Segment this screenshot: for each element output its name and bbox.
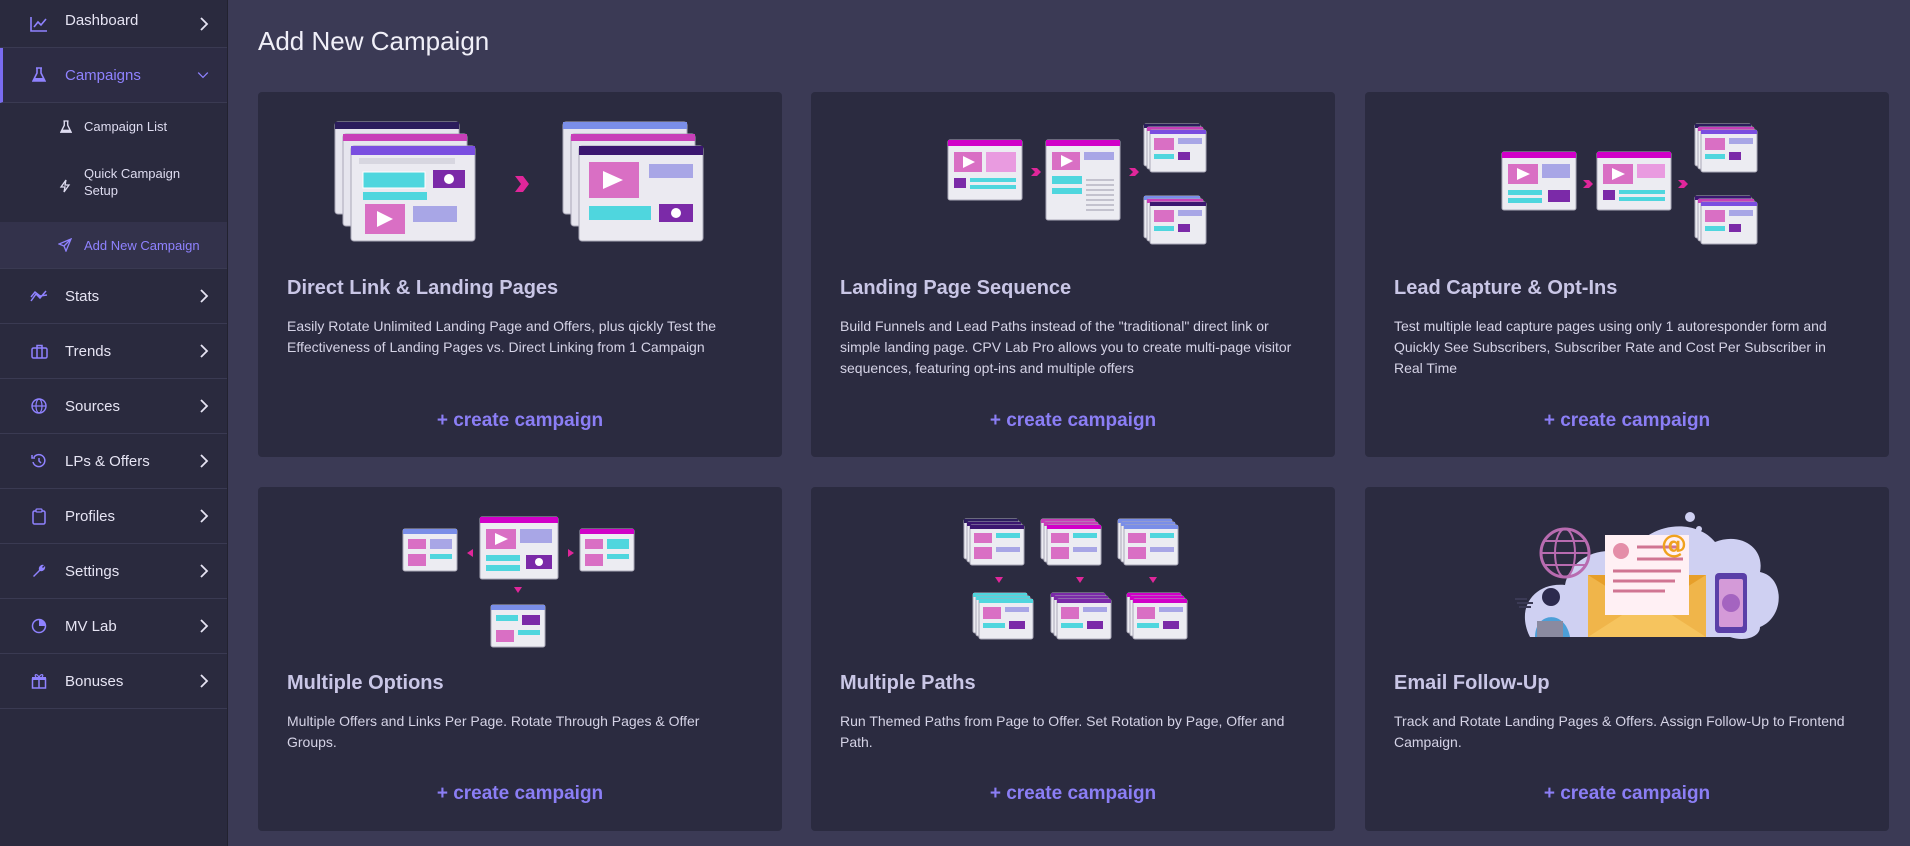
chevron-right-icon	[200, 289, 209, 303]
multiple-paths-illustration	[963, 518, 1188, 640]
sidebar-item-label: Dashboard	[65, 12, 139, 29]
card-description: Multiple Offers and Links Per Page. Rota…	[287, 713, 700, 750]
flask-icon	[30, 66, 48, 84]
label-line: Quick Campaign	[84, 166, 181, 181]
sidebar-item-sources[interactable]: Sources	[0, 379, 227, 434]
clipboard-icon	[30, 507, 48, 525]
sidebar-subitem-label: Campaign List	[84, 119, 168, 134]
chevron-right-icon	[200, 674, 209, 688]
create-campaign-button[interactable]: + create campaign	[811, 783, 1335, 805]
sidebar-item-label: LPs & Offers	[65, 452, 150, 470]
sidebar-item-label: Sources	[65, 397, 121, 415]
sidebar-item-trends[interactable]: Trends	[0, 324, 227, 379]
sidebar-subitem-campaign-list[interactable]: Campaign List	[0, 103, 227, 150]
history-icon	[30, 452, 48, 470]
wrench-icon	[30, 562, 48, 580]
label-line: Setup	[84, 183, 118, 198]
email-follow-up-illustration: @	[1515, 512, 1779, 639]
campaign-card-landing-page-sequence: Landing Page Sequence Build Funnels and …	[811, 92, 1335, 457]
card-title: Multiple Options	[287, 672, 444, 694]
sidebar-subitem-quick-campaign-setup[interactable]: Quick Campaign Setup	[0, 150, 227, 222]
create-campaign-button[interactable]: + create campaign	[258, 410, 782, 432]
globe-icon	[30, 397, 48, 415]
sidebar-item-label: MV Lab	[65, 617, 117, 635]
card-description: Track and Rotate Landing Pages & Offers.…	[1394, 713, 1845, 750]
sidebar-subitem-label: Add New Campaign	[84, 237, 200, 253]
sidebar-subitem-add-new-campaign[interactable]: Add New Campaign	[0, 222, 227, 268]
paper-plane-icon	[57, 237, 73, 253]
sidebar-item-campaigns[interactable]: Campaigns	[0, 48, 227, 103]
chevron-down-icon	[197, 72, 209, 79]
card-description: Run Themed Paths from Page to Offer. Set…	[840, 713, 1285, 750]
campaign-card-email-follow-up: @ Email Follow-Up Track and Rotate Landi…	[1365, 487, 1889, 831]
page-title: Add New Campaign	[258, 26, 490, 56]
sidebar-item-dashboard[interactable]: Dashboard	[0, 0, 227, 48]
create-campaign-button[interactable]: + create campaign	[1365, 410, 1889, 432]
lead-capture-illustration	[1501, 123, 1758, 245]
campaign-card-direct-link: Direct Link & Landing Pages Easily Rotat…	[258, 92, 782, 457]
chevron-right-icon	[200, 454, 209, 468]
chevron-right-icon	[200, 619, 209, 633]
stats-icon	[30, 287, 48, 305]
create-campaign-button[interactable]: + create campaign	[258, 783, 782, 805]
chevron-right-icon	[200, 344, 209, 358]
sidebar-item-label: Settings	[65, 562, 120, 580]
chevron-right-icon	[200, 564, 209, 578]
sidebar-subitem-label: Quick Campaign Setup	[84, 165, 180, 199]
sidebar-item-settings[interactable]: Settings	[0, 544, 227, 599]
card-title: Multiple Paths	[840, 672, 976, 694]
card-title: Landing Page Sequence	[840, 277, 1072, 299]
sidebar-item-bonuses[interactable]: Bonuses	[0, 654, 227, 709]
sidebar-item-lps-offers[interactable]: LPs & Offers	[0, 434, 227, 489]
create-campaign-button[interactable]: + create campaign	[811, 410, 1335, 432]
sidebar-item-stats[interactable]: Stats	[0, 269, 227, 324]
card-description: Easily Rotate Unlimited Landing Page and…	[287, 318, 717, 355]
sidebar-item-label: Trends	[65, 342, 112, 360]
sidebar-item-label: Profiles	[65, 507, 116, 525]
sidebar-item-label: Bonuses	[65, 672, 124, 690]
chart-line-icon	[30, 15, 48, 33]
campaign-card-multiple-options: Multiple Options Multiple Offers and Lin…	[258, 487, 782, 831]
card-title: Email Follow-Up	[1394, 672, 1550, 694]
campaign-card-multiple-paths: Multiple Paths Run Themed Paths from Pag…	[811, 487, 1335, 831]
card-description: Build Funnels and Lead Paths instead of …	[840, 318, 1292, 376]
pie-icon	[30, 617, 48, 635]
sidebar-item-label: Campaigns	[65, 66, 141, 84]
chevron-right-icon	[200, 16, 209, 31]
gift-icon	[30, 672, 48, 690]
card-title: Direct Link & Landing Pages	[287, 277, 559, 299]
sidebar-item-label: Stats	[65, 287, 100, 305]
card-description: Test multiple lead capture pages using o…	[1394, 318, 1827, 376]
sidebar-item-mv-lab[interactable]: MV Lab	[0, 599, 227, 654]
bolt-icon	[57, 178, 73, 194]
briefcase-icon	[30, 342, 48, 360]
direct-link-illustration	[334, 121, 704, 242]
card-title: Lead Capture & Opt-Ins	[1394, 277, 1618, 299]
flask-icon	[58, 119, 74, 135]
sidebar: Dashboard Campaigns Campaign List Quick …	[0, 0, 228, 846]
chevron-right-icon	[200, 509, 209, 523]
multiple-options-illustration	[402, 516, 635, 648]
campaign-card-lead-capture: Lead Capture & Opt-Ins Test multiple lea…	[1365, 92, 1889, 457]
svg-text:@: @	[1661, 530, 1687, 560]
chevron-right-icon	[200, 399, 209, 413]
sidebar-item-profiles[interactable]: Profiles	[0, 489, 227, 544]
landing-page-sequence-illustration	[947, 123, 1207, 245]
create-campaign-button[interactable]: + create campaign	[1365, 783, 1889, 805]
